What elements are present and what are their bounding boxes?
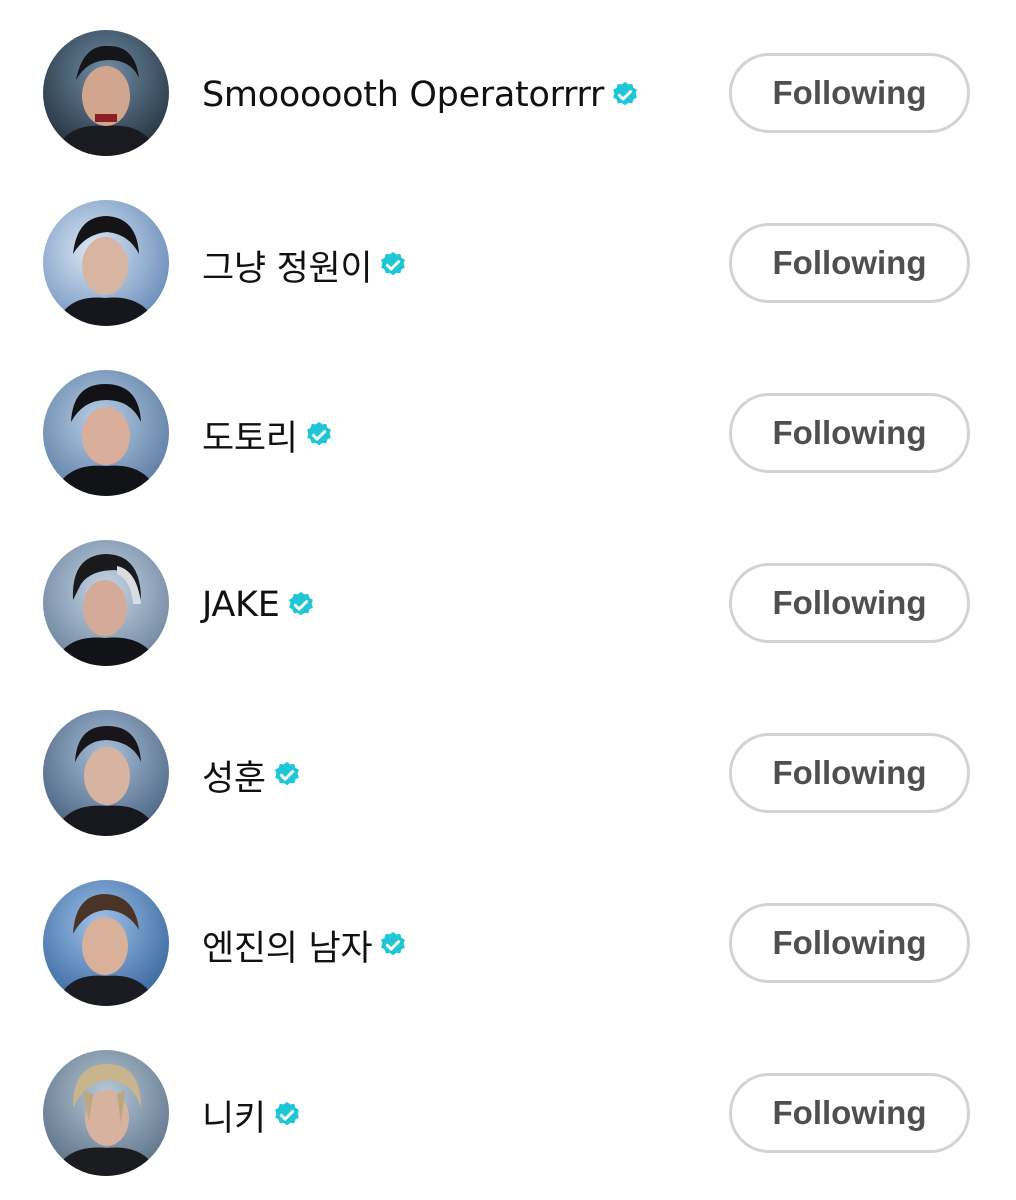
user-row: 니키 Following (0, 1020, 1016, 1190)
following-button[interactable]: Following (729, 223, 970, 303)
user-row: 그냥 정원이 Following (0, 170, 1016, 340)
following-button[interactable]: Following (729, 903, 970, 983)
avatar-image (43, 880, 169, 1006)
verified-badge-icon (378, 250, 408, 280)
user-name-container: 도토리 (202, 410, 334, 460)
user-name-container: 성훈 (202, 750, 302, 800)
avatar-image (43, 1050, 169, 1176)
verified-badge-icon (272, 760, 302, 790)
user-name-container: 니키 (202, 1090, 302, 1140)
following-button[interactable]: Following (729, 393, 970, 473)
user-name-container: JAKE (202, 580, 316, 630)
avatar[interactable] (43, 30, 169, 156)
verified-badge-icon (610, 80, 640, 110)
user-name-container: 그냥 정원이 (202, 240, 408, 290)
user-name-container: 엔진의 남자 (202, 920, 408, 970)
user-name-container: Smoooooth Operatorrrr (202, 70, 640, 120)
avatar-image (43, 30, 169, 156)
verified-badge-icon (286, 590, 316, 620)
following-button[interactable]: Following (729, 733, 970, 813)
user-name[interactable]: 도토리 (202, 410, 298, 461)
verified-badge-icon (304, 420, 334, 450)
user-name[interactable]: 그냥 정원이 (202, 240, 373, 291)
following-button[interactable]: Following (729, 563, 970, 643)
avatar[interactable] (43, 1050, 169, 1176)
avatar[interactable] (43, 880, 169, 1006)
user-name[interactable]: JAKE (202, 585, 280, 625)
verified-badge-icon (272, 1100, 302, 1130)
following-button[interactable]: Following (729, 53, 970, 133)
user-name[interactable]: 엔진의 남자 (202, 920, 373, 971)
avatar-image (43, 370, 169, 496)
user-row: 도토리 Following (0, 340, 1016, 510)
avatar-image (43, 200, 169, 326)
user-row: 엔진의 남자 Following (0, 850, 1016, 1020)
user-row: 성훈 Following (0, 680, 1016, 850)
avatar-image (43, 710, 169, 836)
avatar[interactable] (43, 200, 169, 326)
avatar[interactable] (43, 540, 169, 666)
avatar[interactable] (43, 710, 169, 836)
avatar-image (43, 540, 169, 666)
following-list: Smoooooth Operatorrrr Following 그냥 정원이 F… (0, 0, 1016, 1200)
user-name[interactable]: Smoooooth Operatorrrr (202, 75, 604, 115)
avatar[interactable] (43, 370, 169, 496)
user-row: Smoooooth Operatorrrr Following (0, 0, 1016, 170)
verified-badge-icon (378, 930, 408, 960)
user-name[interactable]: 성훈 (202, 750, 266, 801)
following-button[interactable]: Following (729, 1073, 970, 1153)
user-name[interactable]: 니키 (202, 1090, 266, 1141)
user-row: JAKE Following (0, 510, 1016, 680)
